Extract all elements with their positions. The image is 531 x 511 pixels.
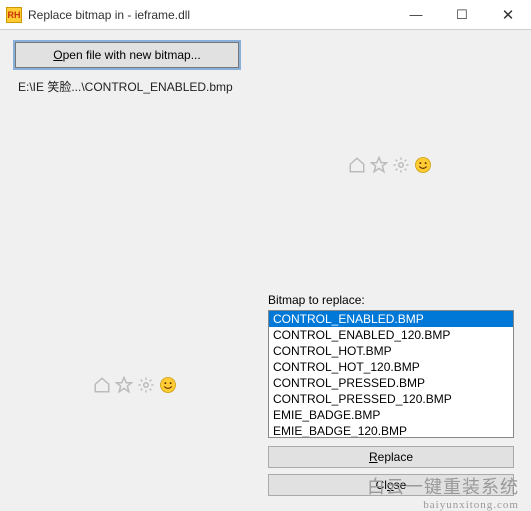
bitmap-list-item[interactable]: CONTROL_PRESSED.BMP bbox=[269, 375, 513, 391]
app-icon: RH bbox=[6, 7, 22, 23]
close-button[interactable]: Close bbox=[268, 474, 514, 496]
minimize-button[interactable]: — bbox=[393, 0, 439, 29]
window-title: Replace bitmap in - ieframe.dll bbox=[28, 8, 190, 22]
opened-file-path: E:\IE 笑脸...\CONTROL_ENABLED.bmp bbox=[18, 78, 233, 95]
preview-current-bitmap bbox=[265, 50, 515, 280]
close-window-button[interactable]: ✕ bbox=[485, 0, 531, 29]
star-icon bbox=[115, 376, 133, 394]
bitmap-list-item[interactable]: EMIE_BADGE_120.BMP bbox=[269, 423, 513, 438]
open-file-label-rest: pen file with new bitmap... bbox=[63, 48, 201, 62]
replace-button[interactable]: Replace bbox=[268, 446, 514, 468]
client-area: Open file with new bitmap... E:\IE 笑脸...… bbox=[0, 30, 531, 503]
titlebar: RH Replace bitmap in - ieframe.dll — ☐ ✕ bbox=[0, 0, 531, 30]
gear-icon bbox=[392, 156, 410, 174]
bitmap-list-item[interactable]: CONTROL_PRESSED_120.BMP bbox=[269, 391, 513, 407]
smiley-icon bbox=[159, 376, 177, 394]
maximize-button[interactable]: ☐ bbox=[439, 0, 485, 29]
home-icon bbox=[93, 376, 111, 394]
open-file-button[interactable]: Open file with new bitmap... bbox=[15, 42, 239, 68]
bitmap-list-item[interactable]: CONTROL_HOT_120.BMP bbox=[269, 359, 513, 375]
bitmap-list-item[interactable]: CONTROL_ENABLED_120.BMP bbox=[269, 327, 513, 343]
gear-icon bbox=[137, 376, 155, 394]
smiley-icon bbox=[414, 156, 432, 174]
bitmap-listbox[interactable]: CONTROL_ENABLED.BMPCONTROL_ENABLED_120.B… bbox=[268, 310, 514, 438]
bitmap-list-item[interactable]: CONTROL_HOT.BMP bbox=[269, 343, 513, 359]
bitmap-list-item[interactable]: CONTROL_ENABLED.BMP bbox=[269, 311, 513, 327]
home-icon bbox=[348, 156, 366, 174]
window-controls: — ☐ ✕ bbox=[393, 0, 531, 29]
bitmap-list-item[interactable]: EMIE_BADGE.BMP bbox=[269, 407, 513, 423]
star-icon bbox=[370, 156, 388, 174]
bitmap-list-label: Bitmap to replace: bbox=[268, 293, 365, 307]
preview-new-bitmap bbox=[15, 285, 255, 485]
